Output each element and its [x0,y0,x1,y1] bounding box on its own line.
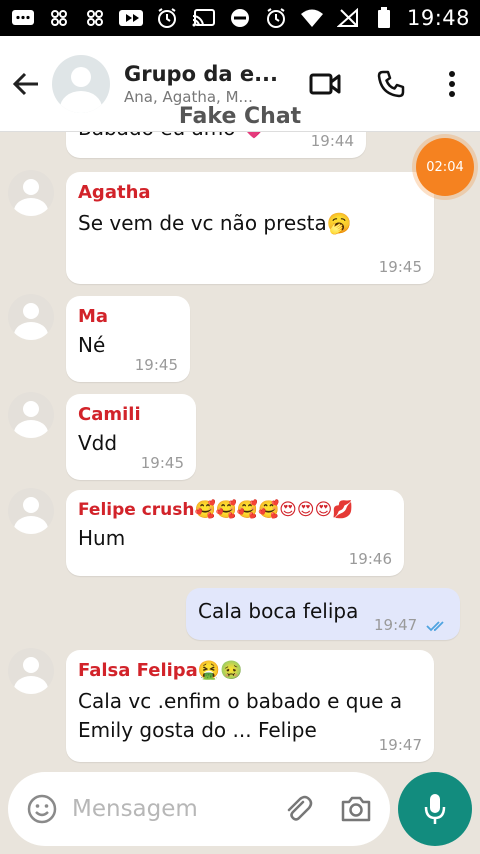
sender-avatar[interactable] [8,392,54,438]
message-input[interactable]: Mensagem [72,796,280,822]
message-text: Hum [78,526,126,550]
sender-name: Agatha [78,182,151,203]
message-time: 19:45 [140,454,184,472]
chat-title: Grupo da e... [124,61,279,86]
arrow-left-icon [12,72,38,95]
app-notification-icon [46,7,72,29]
recording-timer-badge[interactable]: 02:04 [416,138,474,196]
message-time: 19:46 [348,550,392,568]
alarm-icon [154,7,180,29]
message-text: Cala vc .enfim o babado e que a Emily go… [78,689,403,742]
sender-avatar[interactable] [8,170,54,216]
video-call-button[interactable] [292,54,358,114]
sender-name: Camili [78,404,141,425]
battery-icon [371,7,397,29]
camera-icon [341,796,371,822]
message-text: Se vem de vc não presta🥱 [78,211,352,235]
message-time: 19:45 [378,258,422,276]
more-vert-icon [449,70,455,97]
message-bubble[interactable]: Felipe crush🥰🥰🥰🥰😍😍😍💋 Hum 19:46 [66,490,404,576]
chat-notification-icon [10,7,36,29]
message-time: 19:47 [374,616,448,634]
video-recorder-icon [118,7,144,29]
read-receipt-icon [426,620,444,631]
more-options-button[interactable] [424,54,480,114]
message-list[interactable]: Babado eu amo 💗 19:44 Agatha Se vem de v… [0,132,480,766]
do-not-disturb-icon [227,7,253,29]
chat-header: Grupo da e... Ana, Agatha, M... [0,36,480,132]
message-time: 19:47 [378,736,422,754]
cast-icon [191,7,217,29]
camera-button[interactable] [338,791,374,827]
message-text: Babado eu amo 💗 [78,132,267,143]
microphone-icon [424,794,446,824]
alarm-icon [263,7,289,29]
video-call-icon [309,73,341,94]
clock: 19:48 [406,6,470,30]
back-button[interactable] [0,54,52,114]
message-bubble[interactable]: Babado eu amo 💗 19:44 [66,132,366,158]
message-time: 19:45 [134,356,178,374]
message-time-value: 19:47 [373,616,418,634]
status-bar: 19:48 [0,0,480,36]
emoji-button[interactable] [24,791,60,827]
message-bubble[interactable]: Ma Né 19:45 [66,296,190,382]
chat-members: Ana, Agatha, M... [124,87,253,106]
message-time: 19:44 [310,132,354,150]
wifi-icon [299,7,325,29]
app-notification-icon [82,7,108,29]
no-signal-icon [335,7,361,29]
sender-name: Ma [78,306,109,327]
phone-icon [377,70,405,97]
message-bubble[interactable]: Camili Vdd 19:45 [66,394,196,480]
sender-avatar[interactable] [8,488,54,534]
sender-name: Falsa Felipa🤮🤢 [78,660,243,681]
sender-avatar[interactable] [8,648,54,694]
paperclip-icon [287,795,313,821]
message-composer: Mensagem [8,772,390,846]
attach-button[interactable] [280,791,316,827]
message-bubble[interactable]: Agatha Se vem de vc não presta🥱 19:45 [66,172,434,284]
sender-avatar[interactable] [8,294,54,340]
message-bubble-outgoing[interactable]: Cala boca felipa 19:47 [186,588,460,640]
sender-name: Felipe crush🥰🥰🥰🥰😍😍😍💋 [78,500,354,520]
voice-message-button[interactable] [398,772,472,846]
chat-title-area[interactable]: Grupo da e... Ana, Agatha, M... [124,62,292,106]
emoji-icon [27,794,57,824]
group-avatar[interactable] [52,54,110,113]
message-bubble[interactable]: Falsa Felipa🤮🤢 Cala vc .enfim o babado e… [66,650,434,762]
voice-call-button[interactable] [358,54,424,114]
